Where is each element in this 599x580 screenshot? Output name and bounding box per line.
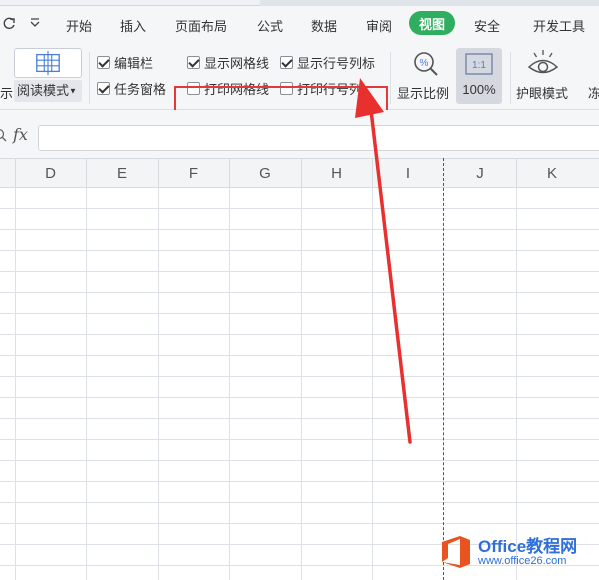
grid-vline	[158, 188, 159, 580]
grid-vline	[15, 188, 16, 580]
zoom-100-icon-text: 1:1	[472, 60, 486, 71]
read-mode-dropdown[interactable]: 阅读模式▼	[14, 80, 82, 102]
tab-formulas[interactable]: 公式	[257, 16, 283, 35]
tab-home[interactable]: 开始	[66, 16, 92, 35]
tab-data[interactable]: 数据	[311, 16, 337, 35]
checkbox-checked-icon	[97, 81, 110, 95]
column-header-k[interactable]: K	[516, 159, 588, 189]
edit-bar-checkbox[interactable]: 编辑栏	[97, 53, 153, 71]
ribbon-divider	[510, 52, 511, 104]
watermark: Office教程网 www.office26.com	[430, 528, 599, 578]
redo-icon[interactable]	[1, 15, 17, 31]
grid-hline	[0, 481, 599, 482]
tab-view[interactable]: 视图	[409, 11, 456, 35]
zoom-label[interactable]: 显示比例	[397, 83, 449, 102]
grid-hline	[0, 502, 599, 503]
ribbon-right-cut-label[interactable]: 冻	[588, 83, 599, 102]
grid-hline	[0, 229, 599, 230]
grid-hline	[0, 523, 599, 524]
watermark-url: www.office26.com	[478, 555, 567, 567]
grid-hline	[0, 439, 599, 440]
show-headings-label: 显示行号列标	[297, 55, 376, 71]
page-break-line	[443, 158, 444, 580]
read-mode-grid-icon	[36, 50, 60, 76]
checkbox-checked-icon	[187, 55, 200, 69]
column-header-j[interactable]: J	[444, 159, 516, 189]
tab-review[interactable]: 审阅	[366, 16, 392, 35]
column-header-d[interactable]: D	[15, 159, 86, 189]
grid-vline	[301, 188, 302, 580]
watermark-title: Office教程网	[478, 537, 578, 556]
checkbox-checked-icon	[97, 55, 110, 69]
grid-vline	[372, 188, 373, 580]
grid-hline	[0, 355, 599, 356]
grid-vline	[516, 188, 517, 580]
ribbon-divider	[89, 52, 90, 104]
column-header-g[interactable]: G	[229, 159, 301, 189]
grid-hline	[0, 334, 599, 335]
task-pane-label: 任务窗格	[114, 81, 167, 97]
grid-hline	[0, 208, 599, 209]
cell-grid[interactable]	[0, 188, 599, 580]
show-headings-checkbox[interactable]: 显示行号列标	[280, 53, 375, 71]
eye-icon[interactable]	[527, 48, 559, 78]
checkbox-checked-icon	[280, 55, 293, 69]
svg-text:%: %	[420, 58, 429, 69]
tab-insert[interactable]: 插入	[120, 16, 146, 35]
search-icon[interactable]	[0, 128, 8, 142]
view-ribbon: 示 阅读模式▼ 编辑栏 任务窗格 显示网格线 显示行号列标 打印网格线 打印行号…	[0, 44, 599, 118]
column-header-row: D E F G H I J K	[0, 158, 599, 189]
grid-vline	[86, 188, 87, 580]
grid-hline	[0, 460, 599, 461]
zoom-100-label: 100%	[462, 82, 496, 97]
tab-developer[interactable]: 开发工具	[533, 16, 585, 35]
chevron-down-icon: ▼	[69, 86, 77, 96]
grid-hline	[0, 292, 599, 293]
grid-hline	[0, 313, 599, 314]
read-mode-button[interactable]	[14, 48, 82, 78]
tab-page-layout[interactable]: 页面布局	[175, 16, 227, 35]
grid-hline	[0, 397, 599, 398]
read-mode-label: 阅读模式	[17, 83, 70, 98]
grid-vline	[229, 188, 230, 580]
eye-mode-label[interactable]: 护眼模式	[516, 83, 568, 102]
ribbon-left-cut-label[interactable]: 示	[0, 83, 13, 102]
column-header-h[interactable]: H	[301, 159, 372, 189]
grid-hline	[0, 250, 599, 251]
column-header-e[interactable]: E	[86, 159, 158, 189]
fx-function-icon[interactable]: fx	[13, 125, 28, 144]
task-pane-checkbox[interactable]: 任务窗格	[97, 79, 166, 97]
menu-bar: 开始 插入 页面布局 公式 数据 审阅 视图 安全 开发工具	[0, 6, 599, 44]
column-header-i[interactable]: I	[372, 159, 444, 189]
office-logo-icon	[442, 536, 470, 568]
zoom-100-button[interactable]: 1:1 100%	[456, 48, 502, 104]
show-gridlines-label: 显示网格线	[204, 55, 270, 71]
tab-security[interactable]: 安全	[474, 16, 500, 35]
formula-bar: fx	[0, 110, 599, 158]
quick-access-dropdown-icon[interactable]	[29, 17, 41, 29]
grid-hline	[0, 418, 599, 419]
edit-bar-label: 编辑栏	[114, 55, 154, 71]
grid-hline	[0, 376, 599, 377]
zoom-magnifier-icon[interactable]: %	[412, 50, 440, 80]
column-header-f[interactable]: F	[158, 159, 229, 189]
ribbon-divider	[390, 52, 391, 104]
grid-hline	[0, 271, 599, 272]
one-to-one-icon: 1:1	[465, 53, 493, 75]
formula-input[interactable]	[38, 125, 599, 151]
show-gridlines-checkbox[interactable]: 显示网格线	[187, 53, 269, 71]
